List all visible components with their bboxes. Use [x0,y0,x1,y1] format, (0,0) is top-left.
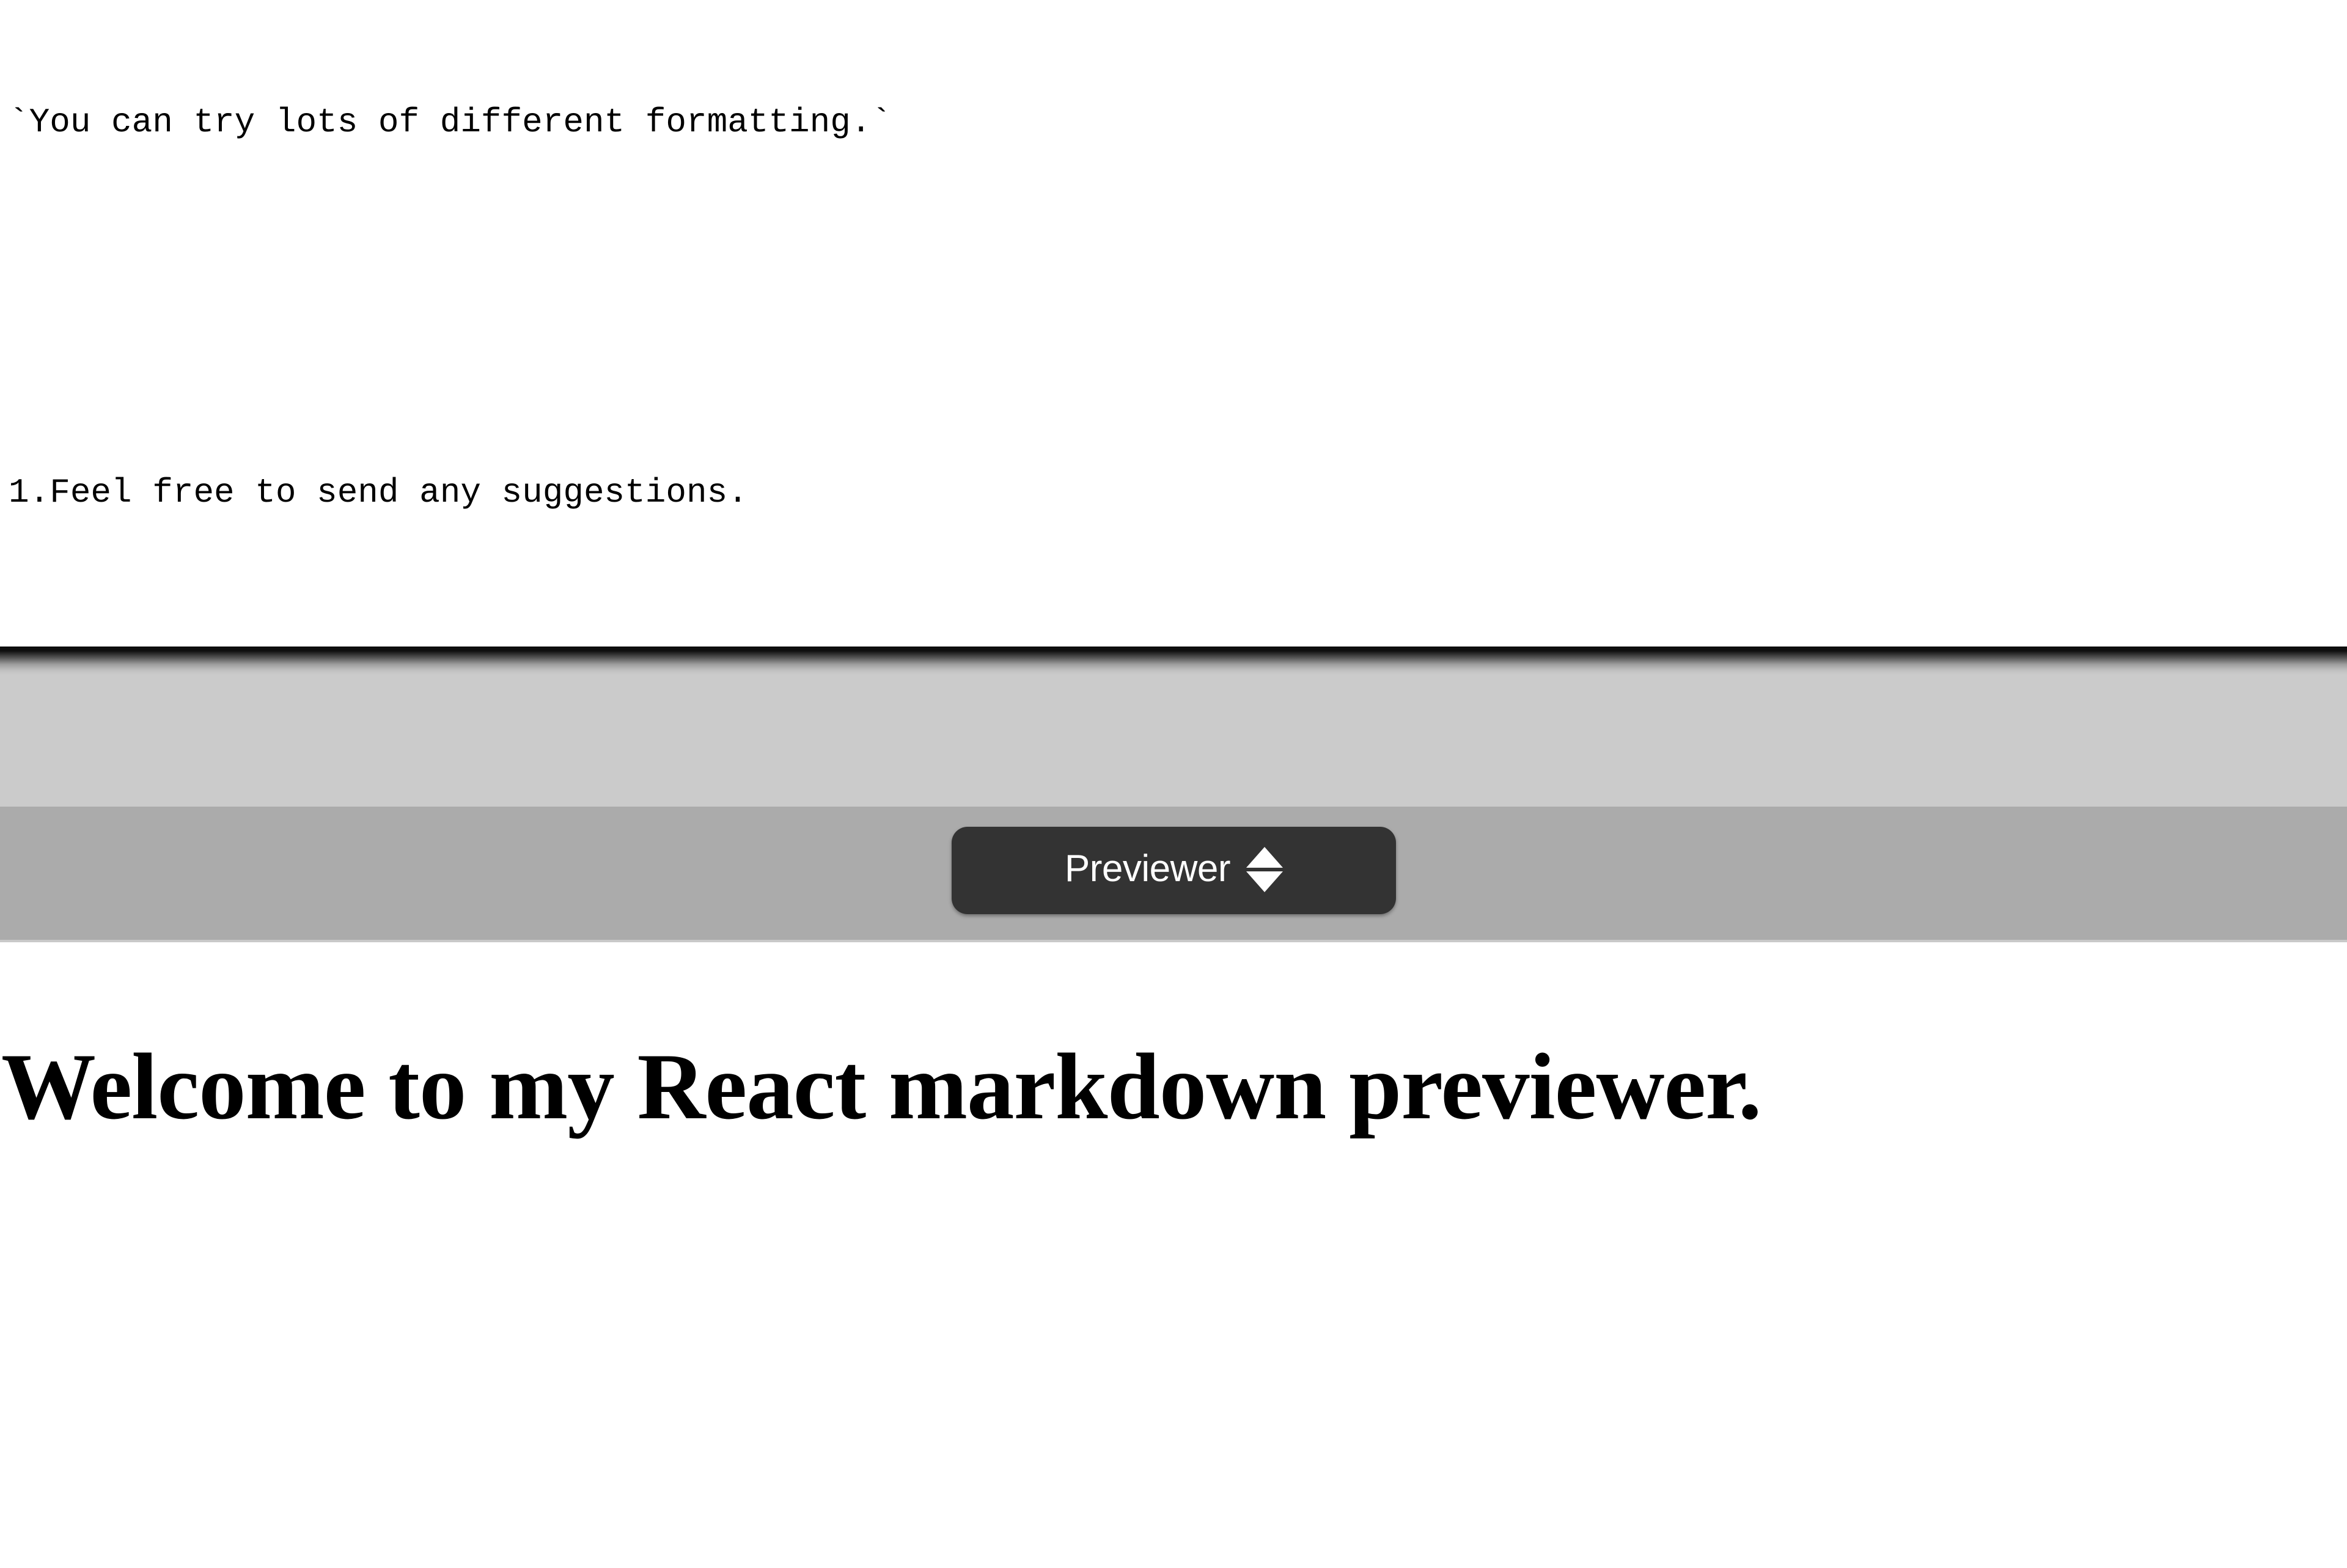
editor-line: 1.Feel free to send any suggestions. [9,473,748,512]
arrow-up-icon [1246,846,1284,868]
markdown-editor-pane[interactable]: `You can try lots of different formattin… [0,0,2347,649]
previewer-toolbar: Previewer [0,807,2347,942]
editor-line-blank [9,277,2347,339]
markdown-editor-textarea[interactable]: `You can try lots of different formattin… [9,0,2347,649]
previewer-button-label: Previewer [1064,847,1231,890]
previewer-toggle-button[interactable]: Previewer [952,827,1396,914]
up-down-arrows-icon [1246,846,1284,892]
editor-drop-shadow [0,647,2347,675]
markdown-preview-pane: Welcome to my React markdown previewer. … [0,942,2347,1568]
arrow-down-icon [1246,871,1284,892]
editor-line: `You can try lots of different formattin… [9,103,892,142]
preview-heading-1: Welcome to my React markdown previewer. [1,1034,1762,1139]
